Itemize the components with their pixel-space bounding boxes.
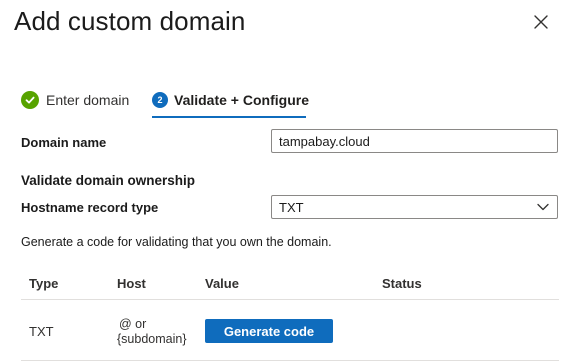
step-validate-configure[interactable]: 2 Validate + Configure: [152, 88, 309, 112]
record-type-label: Hostname record type: [21, 200, 159, 215]
record-type-value: TXT: [279, 199, 304, 215]
table-row-divider: [21, 360, 559, 361]
validate-section-title: Validate domain ownership: [21, 173, 196, 188]
column-header-type: Type: [29, 276, 59, 291]
domain-name-label: Domain name: [21, 135, 107, 150]
host-line: @ or: [119, 317, 147, 331]
chevron-down-icon: [537, 203, 549, 211]
host-cell: @ or {subdomain}: [117, 317, 187, 347]
column-header-status: Status: [382, 276, 422, 291]
column-header-value: Value: [205, 276, 239, 291]
close-icon: [534, 15, 548, 29]
step-label: Validate + Configure: [174, 92, 309, 108]
step-label: Enter domain: [46, 92, 130, 108]
active-step-indicator: [152, 116, 306, 118]
step-enter-domain[interactable]: Enter domain: [21, 88, 129, 112]
table-header-divider: [21, 299, 559, 300]
close-button[interactable]: [530, 11, 552, 33]
step-number-badge: 2: [152, 92, 168, 108]
record-type-cell: TXT: [29, 324, 54, 339]
host-line: {subdomain}: [117, 332, 187, 346]
column-header-host: Host: [117, 276, 146, 291]
generate-code-button[interactable]: Generate code: [205, 319, 333, 343]
record-type-dropdown[interactable]: TXT: [271, 195, 558, 219]
domain-name-input[interactable]: [271, 129, 558, 153]
dialog-title: Add custom domain: [14, 6, 246, 36]
validation-description: Generate a code for validating that you …: [21, 235, 332, 249]
checkmark-circle-icon: [21, 91, 39, 109]
